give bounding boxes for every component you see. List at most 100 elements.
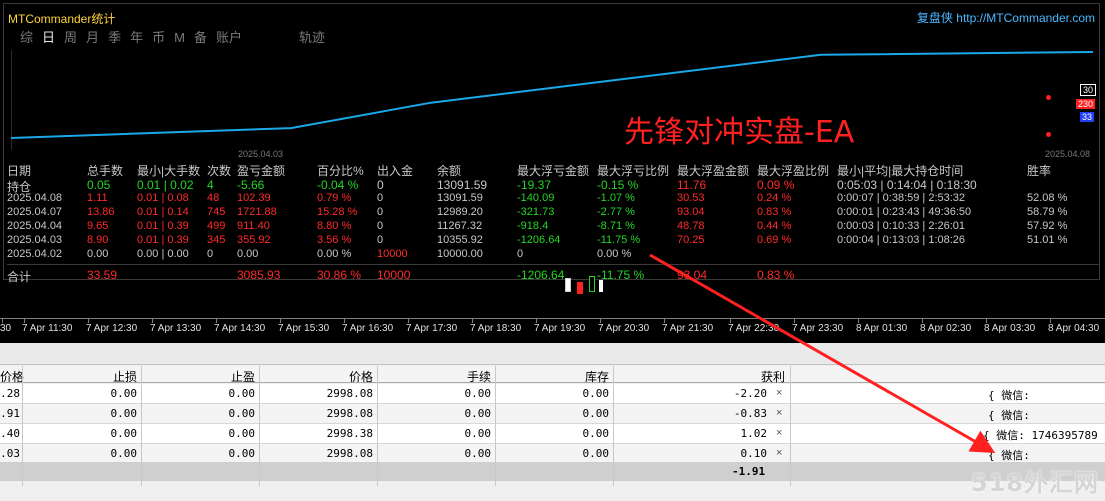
time-tick-mark (600, 319, 601, 323)
column-header[interactable]: 止损 (107, 368, 137, 385)
stats-cell: -140.09 (517, 192, 555, 204)
time-tick-mark (664, 319, 665, 323)
stats-cell: 0:00:07 | 0:38:59 | 2:53:32 (837, 192, 966, 204)
candle (589, 276, 595, 292)
time-tick-label: 30 (0, 323, 12, 334)
stats-cell: 0.09 % (757, 178, 795, 192)
col-divider (259, 366, 260, 486)
tab-10[interactable]: 轨迹 (296, 28, 328, 48)
stats-cell: 0.05 (87, 178, 111, 192)
stats-row: 合计 33.59 3085.93 30.86 % 10000 -1206.64 -11.75… (7, 268, 1099, 284)
order-tp: 0.00 (228, 387, 256, 400)
col-divider (790, 366, 791, 486)
close-order-icon[interactable]: × (776, 447, 782, 459)
order-sl: 0.00 (110, 387, 138, 400)
close-order-icon[interactable]: × (776, 387, 782, 399)
tab-7[interactable]: M (171, 28, 188, 48)
stats-cell: 11.76 (677, 178, 707, 192)
candlestick-cluster (563, 276, 608, 300)
order-swap: 0.00 (582, 427, 610, 440)
order-tp: 0.00 (228, 407, 256, 420)
time-tick-mark (536, 319, 537, 323)
stats-cell: 8.90 (87, 234, 109, 246)
brand-name[interactable]: 复盘侠 (917, 11, 953, 25)
chart-area[interactable]: MTCommander统计 复盘侠 http://MTCommander.com… (0, 0, 1105, 343)
stats-cell: 0.00 (87, 248, 109, 260)
stats-cell: 745 (207, 206, 226, 218)
stats-row: 2025.04.02 0.00 0.00 | 0.00 0 0.00 0.00 % 1000… (7, 248, 1099, 262)
stats-cell: 15.28 % (317, 206, 358, 218)
order-row[interactable]: .280.000.002998.080.000.00-2.20{ 微信: 174… (0, 384, 1105, 416)
marker-dot (1046, 132, 1051, 137)
tab-3[interactable]: 月 (83, 28, 102, 48)
time-tick-mark (152, 319, 153, 323)
stats-cell: 百分比% (317, 164, 364, 178)
order-tp: 0.00 (228, 427, 256, 440)
tab-9[interactable]: 账户 (213, 28, 245, 48)
column-header[interactable]: 获利 (755, 368, 785, 385)
order-open-price: .91 (0, 407, 20, 420)
column-header[interactable]: 价格 (343, 368, 373, 385)
tab-6[interactable]: 币 (149, 28, 168, 48)
tab-1[interactable]: 日 (39, 28, 58, 48)
order-profit: -2.20 (733, 387, 767, 400)
price-tag: 33 (1080, 112, 1095, 122)
order-commission: 0.00 (464, 387, 492, 400)
stats-cell: -19.37 (517, 178, 552, 192)
time-tick-mark (216, 319, 217, 323)
stats-cell: 0 (377, 220, 384, 232)
stats-cell: 最小|大手数 (137, 164, 201, 178)
order-swap: 0.00 (582, 407, 610, 420)
time-tick-mark (280, 319, 281, 323)
time-tick-label: 7 Apr 16:30 (342, 323, 394, 334)
order-row[interactable]: .030.000.002998.080.000.000.10{ 微信: 1746… (0, 444, 1105, 476)
order-sl: 0.00 (110, 427, 138, 440)
stats-cell: 0 (377, 234, 384, 246)
stats-cell: 2025.04.02 (7, 248, 63, 260)
time-tick-mark (858, 319, 859, 323)
close-order-icon[interactable]: × (776, 427, 782, 439)
tab-2[interactable]: 周 (61, 28, 80, 48)
brand-url[interactable]: http://MTCommander.com (956, 11, 1095, 25)
stats-cell: 345 (207, 234, 226, 246)
tab-0[interactable]: 综 (17, 28, 36, 48)
tab-4[interactable]: 季 (105, 28, 124, 48)
time-tick-mark (922, 319, 923, 323)
stats-cell: 最大浮盈比例 (757, 164, 830, 178)
stats-cell: 10000.00 (437, 248, 483, 260)
panel-brand[interactable]: 复盘侠 http://MTCommander.com (917, 9, 1095, 26)
price-tag: 30 (1080, 84, 1097, 96)
stats-cell: 30.86 % (317, 268, 362, 282)
time-tick-label: 7 Apr 19:30 (534, 323, 586, 334)
tab-5[interactable]: 年 (127, 28, 146, 48)
overlay-caption: 先锋对冲实盘-EA (624, 115, 855, 150)
order-row[interactable]: .40 0.00 0.00 2998.38 0.00 0.00 1.02{ 微信: 1746… (0, 424, 1105, 456)
stats-cell: 102.39 (237, 192, 271, 204)
stats-cell: 70.25 (677, 234, 705, 246)
stats-cell: 0.24 % (757, 192, 792, 204)
stats-cell: 盈亏金额 (237, 164, 286, 178)
tab-8[interactable]: 备 (191, 28, 210, 48)
stats-cell: 48 (207, 192, 220, 204)
col-divider (141, 366, 142, 486)
terminal-header: 价格止损止盈价格手续费库存费获利 (0, 366, 1105, 401)
price-tags: 30 230 33 (1076, 80, 1105, 140)
stats-cell: 51.01 % (1027, 234, 1068, 246)
stats-cell: 12989.20 (437, 206, 483, 218)
time-tick-mark (794, 319, 795, 323)
close-order-icon[interactable]: × (776, 407, 782, 419)
stats-cell: -0.15 % (597, 178, 639, 192)
stats-cell: 9.65 (87, 220, 109, 232)
order-price: 2998.08 (326, 387, 373, 400)
order-row[interactable]: .910.000.002998.080.000.00-0.83{ 微信: 174… (0, 404, 1105, 436)
stats-cell: 58.79 % (1027, 206, 1068, 218)
stats-cell: 0 (207, 248, 214, 260)
time-tick-mark (344, 319, 345, 323)
column-header[interactable]: 价格 (0, 368, 24, 385)
stats-cell: 0.44 % (757, 220, 792, 232)
equity-line (11, 51, 1093, 139)
terminal-toolbar (0, 343, 1105, 365)
column-header[interactable]: 止盈 (225, 368, 255, 385)
order-sl: 0.00 (110, 407, 138, 420)
col-divider (495, 366, 496, 486)
